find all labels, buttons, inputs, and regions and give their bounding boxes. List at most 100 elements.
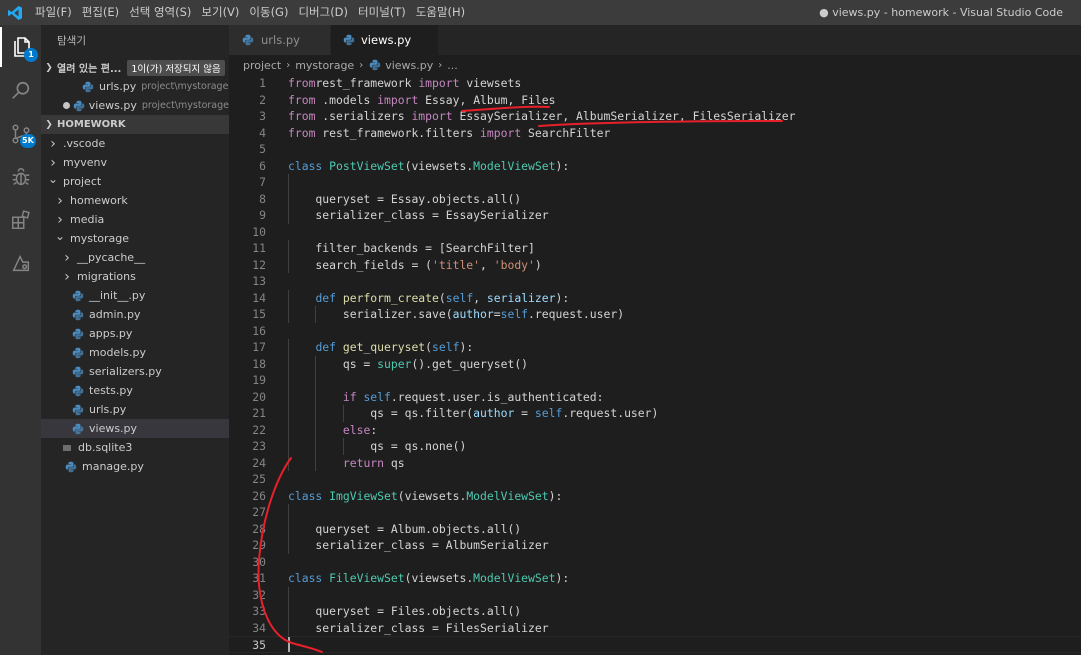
tab-label: urls.py xyxy=(261,33,300,47)
indent-guide xyxy=(288,504,289,554)
menu-item-6[interactable]: 터미널(T) xyxy=(353,0,411,25)
code-line: 8 queryset = Essay.objects.all() xyxy=(229,191,1081,208)
tab-views-py[interactable]: views.py xyxy=(331,25,439,55)
python-file-icon xyxy=(71,308,85,322)
code-line: 17 def get_queryset(self): xyxy=(229,339,1081,356)
code-line: 11 filter_backends = [SearchFilter] xyxy=(229,240,1081,257)
file-tree-item[interactable]: manage.py xyxy=(41,457,229,476)
indent-guide xyxy=(288,289,289,323)
open-editor-item[interactable]: urls.py project\mystorage xyxy=(41,77,229,96)
indent-guide xyxy=(342,405,344,422)
search-icon[interactable] xyxy=(0,71,41,111)
code-line: 6 class PostViewSet(viewsets.ModelViewSet… xyxy=(229,158,1081,175)
file-tree-item[interactable]: ⌄ mystorage xyxy=(41,229,229,248)
file-tree-item[interactable]: views.py xyxy=(41,419,229,438)
file-tree-label: media xyxy=(70,213,105,226)
source-control-icon[interactable]: 5K xyxy=(0,114,41,154)
file-tree-item[interactable]: admin.py xyxy=(41,305,229,324)
chevron-right-icon: › xyxy=(64,268,70,285)
remote-explorer-icon[interactable] xyxy=(0,243,41,283)
python-file-icon xyxy=(71,384,85,398)
python-file-icon xyxy=(73,99,85,113)
breadcrumb-item[interactable]: views.py xyxy=(385,59,433,72)
code-line: 5 xyxy=(229,141,1081,158)
chevron-right-icon: › xyxy=(57,192,63,209)
menu-item-0[interactable]: 파일(F) xyxy=(30,0,77,25)
indent-guide xyxy=(288,240,289,273)
file-tree-item[interactable]: › media xyxy=(41,210,229,229)
menu-bar: 파일(F) 편집(E) 선택 영역(S) 보기(V) 이동(G) 디버그(D) 터미널(T)… xyxy=(30,0,470,25)
code-text: serializer_class = EssaySerializer xyxy=(288,208,549,222)
menu-item-3[interactable]: 보기(V) xyxy=(196,0,244,25)
code-line: 3 from .serializers import EssaySerialize… xyxy=(229,108,1081,125)
vscode-logo-icon[interactable] xyxy=(0,0,30,25)
code-line: 34 serializer_class = FilesSerializer xyxy=(229,620,1081,637)
line-number: 14 xyxy=(252,290,266,305)
file-tree-item[interactable]: serializers.py xyxy=(41,362,229,381)
unsaved-count-badge: 1이(가) 저장되지 않음 xyxy=(127,59,225,76)
menu-item-2[interactable]: 선택 영역(S) xyxy=(124,0,196,25)
file-tree-item[interactable]: apps.py xyxy=(41,324,229,343)
chevron-down-icon: ❯ xyxy=(45,119,53,130)
chevron-right-icon: › xyxy=(57,211,63,228)
file-tree-item[interactable]: urls.py xyxy=(41,400,229,419)
file-tree-label: myvenv xyxy=(63,156,107,169)
tab-urls-py[interactable]: urls.py xyxy=(229,25,331,55)
breadcrumb-item[interactable]: mystorage xyxy=(295,59,354,72)
chevron-right-icon: › xyxy=(64,249,70,266)
code-line: 16 xyxy=(229,323,1081,340)
code-text: if self.request.user.is_authenticated: xyxy=(342,389,604,404)
code-line: 31 class FileViewSet(viewsets.ModelViewSe… xyxy=(229,570,1081,587)
workspace-label: HOMEWORK xyxy=(57,119,126,130)
menu-item-7[interactable]: 도움말(H) xyxy=(411,0,470,25)
code-text: from rest_framework.filters import Searc… xyxy=(288,125,611,140)
file-tree-label: tests.py xyxy=(89,384,133,397)
workspace-header[interactable]: ❯ HOMEWORK xyxy=(41,115,229,134)
code-line: 22 else: xyxy=(229,422,1081,439)
file-tree-item[interactable]: db.sqlite3 xyxy=(41,438,229,457)
line-number: 20 xyxy=(252,389,266,404)
extensions-icon[interactable] xyxy=(0,200,41,240)
open-editors-header[interactable]: ❯ 열려 있는 편... 1이(가) 저장되지 않음 xyxy=(41,58,229,77)
menu-item-4[interactable]: 이동(G) xyxy=(244,0,293,25)
chevron-down-icon: ⌄ xyxy=(54,229,66,243)
line-number: 26 xyxy=(252,488,266,503)
database-file-icon xyxy=(62,443,72,453)
code-line: 30 xyxy=(229,554,1081,571)
line-number: 11 xyxy=(252,241,266,255)
code-text: def get_queryset(self): xyxy=(315,340,474,354)
file-tree-item[interactable]: › migrations xyxy=(41,267,229,286)
code-line: 32 xyxy=(229,587,1081,604)
file-tree-item[interactable]: › myvenv xyxy=(41,153,229,172)
explorer-icon[interactable]: 1 xyxy=(0,27,41,67)
file-tree-label: __pycache__ xyxy=(77,251,146,264)
open-editor-name: views.py xyxy=(88,99,137,112)
file-tree-item[interactable]: __init__.py xyxy=(41,286,229,305)
debug-icon[interactable] xyxy=(0,157,41,197)
code-text: qs = super().get_queryset() xyxy=(288,356,529,371)
python-file-icon xyxy=(71,365,85,379)
python-file-icon xyxy=(241,33,255,47)
file-tree-item[interactable]: ⌄ project xyxy=(41,172,229,191)
breadcrumb: project › mystorage › views.py ›... xyxy=(229,55,1081,75)
file-tree-item[interactable]: › __pycache__ xyxy=(41,248,229,267)
file-tree-label: serializers.py xyxy=(89,365,162,378)
open-editor-item[interactable]: views.py project\mystorage xyxy=(41,96,229,115)
line-number: 6 xyxy=(259,158,266,173)
file-tree-item[interactable]: models.py xyxy=(41,343,229,362)
code-text: from .models import Essay, Album, Files xyxy=(288,92,556,107)
file-tree-label: migrations xyxy=(77,270,136,283)
line-number: 32 xyxy=(252,587,266,602)
code-editor[interactable]: 1 fromrest_framework import viewsets 2 from… xyxy=(229,75,1081,655)
open-editor-name: urls.py xyxy=(99,80,137,93)
file-tree-item[interactable]: tests.py xyxy=(41,381,229,400)
breadcrumb-item[interactable]: ... xyxy=(447,59,458,72)
breadcrumb-item[interactable]: project xyxy=(243,59,281,72)
explorer-sidebar: 탐색기 ❯ 열려 있는 편... 1이(가) 저장되지 않음 urls.py pr… xyxy=(41,25,229,655)
file-tree-item[interactable]: › .vscode xyxy=(41,134,229,153)
menu-item-1[interactable]: 편집(E) xyxy=(77,0,124,25)
menu-item-5[interactable]: 디버그(D) xyxy=(293,0,353,25)
file-tree-item[interactable]: › homework xyxy=(41,191,229,210)
code-line: 4 from rest_framework.filters import Sear… xyxy=(229,125,1081,142)
python-file-icon xyxy=(71,289,85,303)
